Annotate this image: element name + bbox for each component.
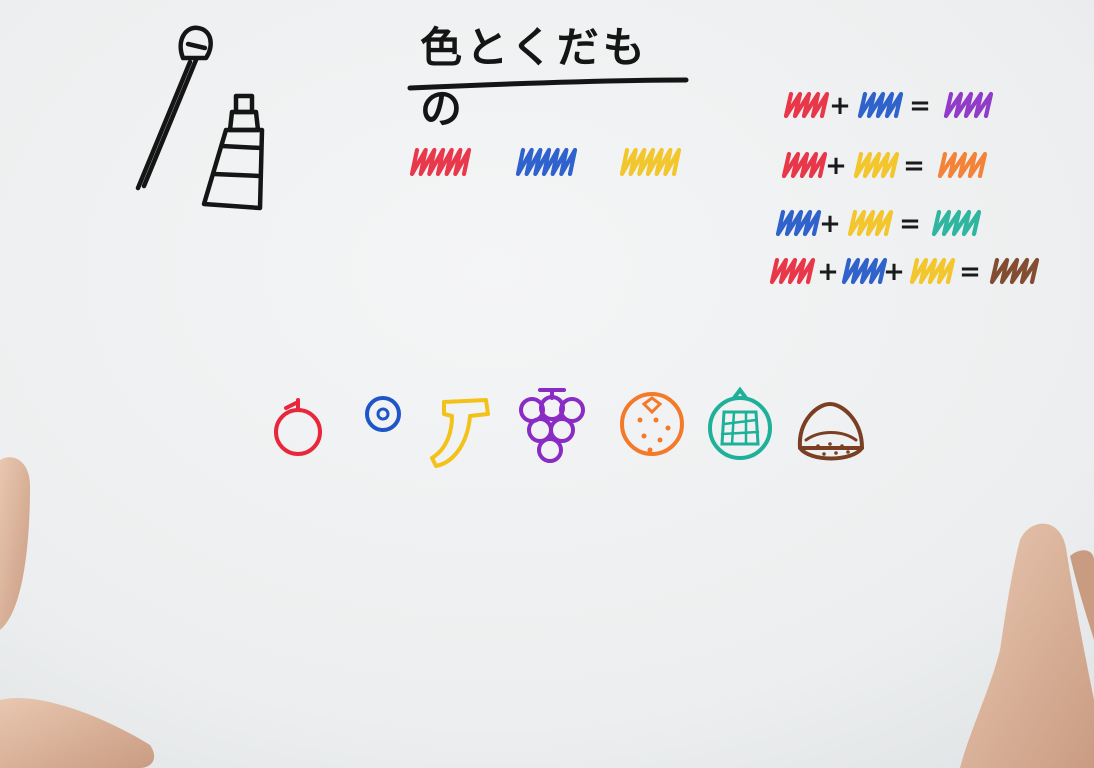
equation-2-equals-2: = [903,151,925,181]
equation-2-plus-1: + [825,151,847,181]
equation-4-plus-1: + [817,257,839,287]
whiteboard: + = + = + = + + = 色とくだもの [0,0,1094,768]
equation-4-equals-3: = [959,257,981,287]
equation-3-plus-1: + [819,209,841,239]
equation-1-plus-1: + [829,91,851,121]
equation-3-equals-2: = [899,209,921,239]
equation-4-plus-2: + [883,257,905,287]
page-title: 色とくだもの [420,23,649,133]
equation-1-equals-2: = [909,91,931,121]
